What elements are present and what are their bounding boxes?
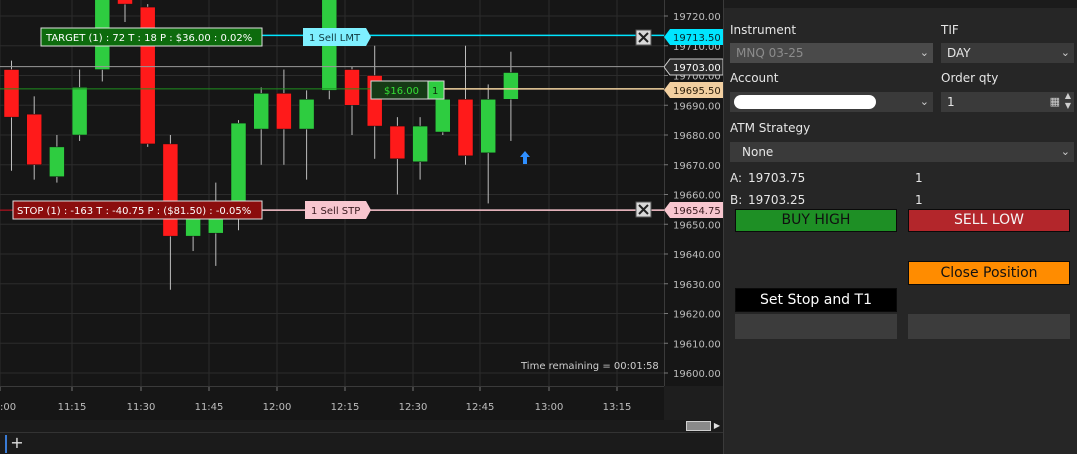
stop-label: STOP (1) : -163 T : -40.75 P : ($81.50) … <box>17 206 251 217</box>
order-entry-panel: Instrument TIF MNQ 03-25 ⌄ DAY ⌄ Account… <box>723 0 1077 454</box>
atm-strategy-select[interactable]: None ⌄ <box>730 142 1074 162</box>
fill-arrow-icon <box>520 151 530 164</box>
instrument-select[interactable]: MNQ 03-25 ⌄ <box>730 43 933 63</box>
bid-size: 1 <box>915 193 923 207</box>
time-tick-label: 11:30 <box>127 402 156 413</box>
price-tick-label: 19670.00 <box>673 161 721 172</box>
price-tick-label: 19680.00 <box>673 131 721 142</box>
ask-label: A: <box>730 171 743 185</box>
candle-down <box>344 69 360 106</box>
close-position-button[interactable]: Close Position <box>908 261 1070 285</box>
bid-price: 19703.25 <box>748 193 806 207</box>
atm-strategy-value: None <box>742 145 774 159</box>
price-tick-label: 19620.00 <box>673 310 721 321</box>
tif-label: TIF <box>941 23 959 37</box>
time-tick-label: 12:00 <box>263 402 292 413</box>
add-tab-plus-icon[interactable]: + <box>9 433 25 453</box>
candle-down <box>389 125 406 160</box>
instrument-label: Instrument <box>730 23 797 37</box>
time-tick-label: 13:00 <box>535 402 564 413</box>
chart-pane[interactable]: TARGET (1) : 72 T : 18 P : $36.00 : 0.02… <box>0 0 664 386</box>
candle-up <box>298 99 315 130</box>
price-tick-label: 19690.00 <box>673 101 721 112</box>
time-tick-label: 12:15 <box>331 402 360 413</box>
price-tick-label: 19600.00 <box>673 369 721 380</box>
target-label: TARGET (1) : 72 T : 18 P : $36.00 : 0.02… <box>45 33 252 44</box>
price-tick-label: 19660.00 <box>673 191 721 202</box>
price-tick-label: 19650.00 <box>673 220 721 231</box>
buy-high-button[interactable]: BUY HIGH <box>735 209 897 232</box>
time-tick-label: 13:15 <box>603 402 632 413</box>
chart-tab-strip: + <box>0 432 723 454</box>
tif-value: DAY <box>947 46 971 60</box>
time-axis[interactable]: :00 11:15 11:30 11:45 12:00 12:15 12:30 12:45 13… <box>0 386 664 420</box>
instrument-chevron-down-icon: ⌄ <box>919 46 929 59</box>
last-price: 19703.00 <box>673 63 721 74</box>
atm-strategy-label: ATM Strategy <box>730 121 811 135</box>
sell-lmt-price: 19713.50 <box>673 33 721 44</box>
price-tick-label: 19640.00 <box>673 250 721 261</box>
ask-price: 19703.75 <box>748 171 806 185</box>
empty-button-right[interactable] <box>908 314 1070 339</box>
avg-price: 19695.50 <box>673 86 721 97</box>
bid-label: B: <box>730 193 743 207</box>
candle-down <box>276 93 292 130</box>
ask-size: 1 <box>915 171 923 185</box>
account-select[interactable]: ⌄ <box>730 92 933 112</box>
candle-up <box>435 99 451 133</box>
candle-up <box>480 99 496 154</box>
account-label: Account <box>730 71 779 85</box>
candle-down <box>3 69 20 118</box>
candle-down <box>117 0 133 5</box>
empty-button-left[interactable] <box>735 314 897 339</box>
stop-price: 19654.75 <box>673 206 721 217</box>
candle-down <box>162 143 179 237</box>
time-tick-label: :00 <box>0 402 16 413</box>
set-stop-and-t1-button[interactable]: Set Stop and T1 <box>735 288 897 312</box>
candle-up <box>230 122 247 210</box>
time-remaining: Time remaining = 00:01:58 <box>521 361 659 372</box>
scroll-right-arrow-icon[interactable]: ▶ <box>712 421 722 431</box>
candle-up <box>49 146 65 177</box>
candle-up <box>71 87 88 136</box>
calculator-icon[interactable]: ▦ <box>1050 92 1060 112</box>
time-tick-label: 11:15 <box>58 402 87 413</box>
sell-lmt-label: 1 Sell LMT <box>309 33 361 44</box>
position-pnl: $16.00 <box>384 86 419 97</box>
order-qty-input[interactable]: 1 ▦ ▲ ▼ <box>941 91 1074 112</box>
scroll-thumb[interactable] <box>686 421 711 431</box>
candle-down <box>26 113 42 166</box>
chart-scrollbar[interactable]: ▶ <box>0 420 723 432</box>
order-qty-value: 1 <box>947 95 955 109</box>
qty-stepper-icon[interactable]: ▲ ▼ <box>1065 91 1071 111</box>
price-axis[interactable]: 19720.00 19710.00 19700.00 19690.00 19680.00… <box>664 0 723 386</box>
price-tick-label: 19720.00 <box>673 12 721 23</box>
candle-up <box>503 72 519 100</box>
sell-low-button[interactable]: SELL LOW <box>908 209 1070 232</box>
tif-select[interactable]: DAY ⌄ <box>941 43 1074 63</box>
candle-down <box>457 99 474 157</box>
time-tick-label: 12:30 <box>399 402 428 413</box>
time-tick-label: 11:45 <box>195 402 224 413</box>
price-tick-label: 19630.00 <box>673 280 721 291</box>
tab-active-indicator <box>5 435 7 453</box>
instrument-value: MNQ 03-25 <box>736 46 804 60</box>
panel-top-bar <box>724 0 1077 8</box>
candle-up <box>412 125 428 163</box>
position-qty: 1 <box>432 86 438 97</box>
time-tick-label: 12:45 <box>466 402 495 413</box>
account-chevron-down-icon: ⌄ <box>919 95 929 108</box>
tif-chevron-down-icon: ⌄ <box>1060 46 1070 59</box>
price-tick-label: 19610.00 <box>673 339 721 350</box>
account-redaction <box>734 95 876 109</box>
order-qty-label: Order qty <box>941 71 999 85</box>
sell-stp-label: 1 Sell STP <box>311 206 360 217</box>
atm-chevron-down-icon: ⌄ <box>1060 145 1070 158</box>
price-chart[interactable]: TARGET (1) : 72 T : 18 P : $36.00 : 0.02… <box>0 0 664 386</box>
candle-up <box>253 93 269 130</box>
